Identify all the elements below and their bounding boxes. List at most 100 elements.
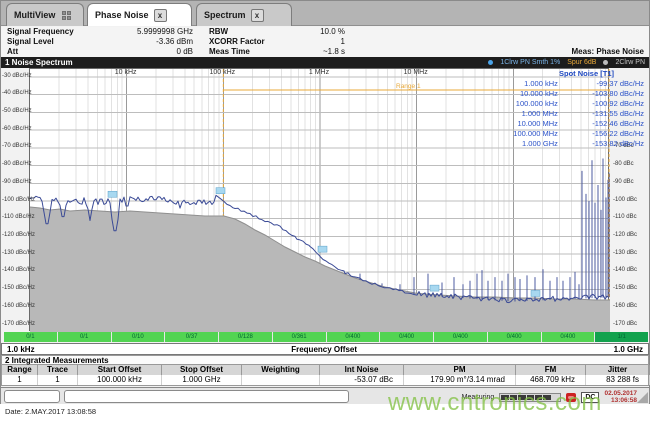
- marker-flag: [317, 245, 328, 253]
- y-axis-left-label: -60 dBc/Hz: [2, 125, 32, 132]
- integrated-measurements-title: 2 Integrated Measurements: [1, 355, 649, 365]
- softkey-box-1[interactable]: [4, 390, 60, 403]
- x-axis-top-label: 100 kHz: [209, 69, 236, 76]
- xcorr-segment: 1/1: [595, 332, 648, 342]
- spot-offset: 1.000 GHz: [522, 139, 558, 148]
- axis-stop-label: 1.0 GHz: [613, 344, 643, 354]
- field-label: Meas Time: [209, 47, 250, 56]
- field-value: ~1.8 s: [322, 47, 345, 56]
- spot-offset: 100.000 MHz: [513, 129, 558, 138]
- table-cell: 83 288 fs: [586, 375, 650, 385]
- tab-phase-noise[interactable]: Phase Noise x: [87, 3, 192, 26]
- xcorr-segment: 0/400: [487, 332, 541, 342]
- marker-flag: [429, 284, 440, 292]
- xcorr-progress-bar: 0/1 0/1 0/10 0/37 0/128 0/361 0/400 0/400 0/400 0…: [4, 332, 648, 342]
- xcorr-segment: 0/400: [326, 332, 380, 342]
- x-axis-top-label: 10 MHz: [403, 69, 428, 76]
- spot-noise-title: Spot Noise [T1]: [558, 69, 614, 78]
- spot-noise-table: Spot Noise [T1] 1.000 kHz -99.37 dBc/Hz …: [513, 69, 644, 149]
- column-header: Weighting: [242, 365, 320, 375]
- spot-noise-row: 100.000 MHz -156.22 dBc/Hz: [513, 129, 644, 139]
- resize-handle[interactable]: [637, 392, 648, 403]
- y-axis-left-label: -120 dBc/Hz: [2, 231, 36, 238]
- table-cell: 1: [2, 375, 38, 385]
- spot-noise-row: 1.000 kHz -99.37 dBc/Hz: [513, 79, 644, 89]
- xcorr-segment: 0/400: [434, 332, 487, 342]
- tab-multiview-label: MultiView: [14, 10, 56, 20]
- y-axis-left-label: -80 dBc/Hz: [2, 161, 32, 168]
- status-date: 02.05.2017: [604, 390, 637, 397]
- tab-spectrum-label: Spectrum: [204, 10, 246, 20]
- field-label: RBW: [209, 27, 229, 36]
- x-axis-top-label: 1 MHz: [308, 69, 330, 76]
- xcorr-segment: 0/128: [219, 332, 272, 342]
- y-axis-right-label: -160 dBc: [613, 302, 638, 309]
- field-label: XCORR Factor: [209, 37, 265, 46]
- close-icon[interactable]: x: [250, 8, 264, 22]
- tab-multiview[interactable]: MultiView: [6, 3, 84, 26]
- y-axis-right-label: -110 dBc: [613, 214, 637, 221]
- x-axis-top-label: 10 kHz: [114, 69, 137, 76]
- y-axis-left-label: -130 dBc/Hz: [2, 249, 36, 256]
- tab-bar: MultiView Phase Noise x Spectrum x: [1, 1, 649, 26]
- table-cell: 468.709 kHz: [516, 375, 586, 385]
- spot-noise-row: 10.000 MHz -152.46 dBc/Hz: [513, 119, 644, 129]
- softkey-box-2[interactable]: [64, 390, 349, 403]
- noise-spectrum-titlebar: 1 Noise Spectrum 1Clrw PN Smth 1% Spur 6…: [1, 57, 649, 68]
- y-axis-left-label: -70 dBc/Hz: [2, 143, 32, 150]
- analyzer-window: MultiView Phase Noise x Spectrum x Signa…: [0, 0, 650, 404]
- y-axis-right-label: -90 dBc: [613, 178, 634, 185]
- trace-legend: 1Clrw PN Smth 1% Spur 6dB 2Clrw PN: [488, 57, 645, 68]
- marker-flag: [530, 290, 541, 297]
- integrated-table-row[interactable]: 1 1 100.000 kHz 1.000 GHz -53.07 dBc 179.90 m…: [1, 375, 650, 386]
- spot-offset: 10.000 MHz: [517, 119, 558, 128]
- y-axis-right-label: -170 dBc: [613, 320, 638, 327]
- spot-noise-row: 1.000 GHz -153.82 dBc/Hz: [513, 139, 644, 149]
- column-header: Stop Offset: [162, 365, 242, 375]
- close-icon[interactable]: x: [153, 8, 167, 22]
- xcorr-segment: 0/1: [57, 332, 111, 342]
- y-axis-right-label: -120 dBc: [613, 231, 638, 238]
- field-value: 1: [340, 37, 345, 46]
- y-axis-left-label: -100 dBc/Hz: [2, 196, 36, 203]
- field-value: 10.0 %: [320, 27, 345, 36]
- y-axis-left-label: -150 dBc/Hz: [2, 285, 36, 292]
- y-axis-right-label: -150 dBc: [613, 285, 638, 292]
- field-value: 5.9999998 GHz: [136, 27, 193, 36]
- y-axis-right-label: -140 dBc: [613, 267, 638, 274]
- tab-phase-noise-label: Phase Noise: [95, 10, 149, 20]
- y-axis-right-label: -130 dBc: [613, 249, 638, 256]
- y-axis-right-label: -80 dBc: [613, 161, 634, 168]
- spot-offset: 10.000 kHz: [519, 89, 558, 98]
- trace2-legend-label: 2Clrw PN: [615, 59, 645, 66]
- screen: MultiView Phase Noise x Spectrum x Signa…: [0, 0, 650, 422]
- axis-title: Frequency Offset: [291, 344, 358, 354]
- axis-start-label: 1.0 kHz: [7, 344, 35, 354]
- trace2-color-dot: [603, 60, 609, 65]
- trace1-legend-label: 1Clrw PN Smth 1%: [500, 59, 561, 66]
- table-cell: 1: [38, 375, 78, 385]
- integrated-table-header: Range Trace Start Offset Stop Offset Weighti…: [1, 365, 650, 375]
- range1-label: Range 1: [396, 83, 421, 90]
- field-label: Att: [7, 47, 19, 56]
- y-axis-left-label: -140 dBc/Hz: [2, 267, 36, 274]
- y-axis-right-label: -100 dBc: [613, 196, 638, 203]
- xcorr-segment: 0/37: [165, 332, 218, 342]
- column-header: PM: [404, 365, 516, 375]
- table-cell: 1.000 GHz: [162, 375, 242, 385]
- table-cell: 179.90 m°/3.14 mrad: [404, 375, 516, 385]
- y-axis-left-label: -40 dBc/Hz: [2, 90, 32, 97]
- spot-offset: 1.000 kHz: [524, 79, 558, 88]
- y-axis-left-label: -170 dBc/Hz: [2, 320, 36, 327]
- spot-value: -152.46 dBc/Hz: [592, 119, 644, 128]
- xcorr-segment: 0/400: [380, 332, 433, 342]
- field-label: Signal Level: [7, 37, 54, 46]
- spot-value: -103.80 dBc/Hz: [592, 89, 644, 98]
- xcorr-segment: 0/400: [541, 332, 595, 342]
- tab-spectrum[interactable]: Spectrum x: [196, 3, 292, 26]
- spot-value: -156.22 dBc/Hz: [592, 129, 644, 138]
- spot-noise-row: 10.000 kHz -103.80 dBc/Hz: [513, 89, 644, 99]
- field-value: 0 dB: [176, 47, 193, 56]
- spot-value: -100.92 dBc/Hz: [592, 99, 644, 108]
- y-axis-left-label: -110 dBc/Hz: [2, 214, 35, 221]
